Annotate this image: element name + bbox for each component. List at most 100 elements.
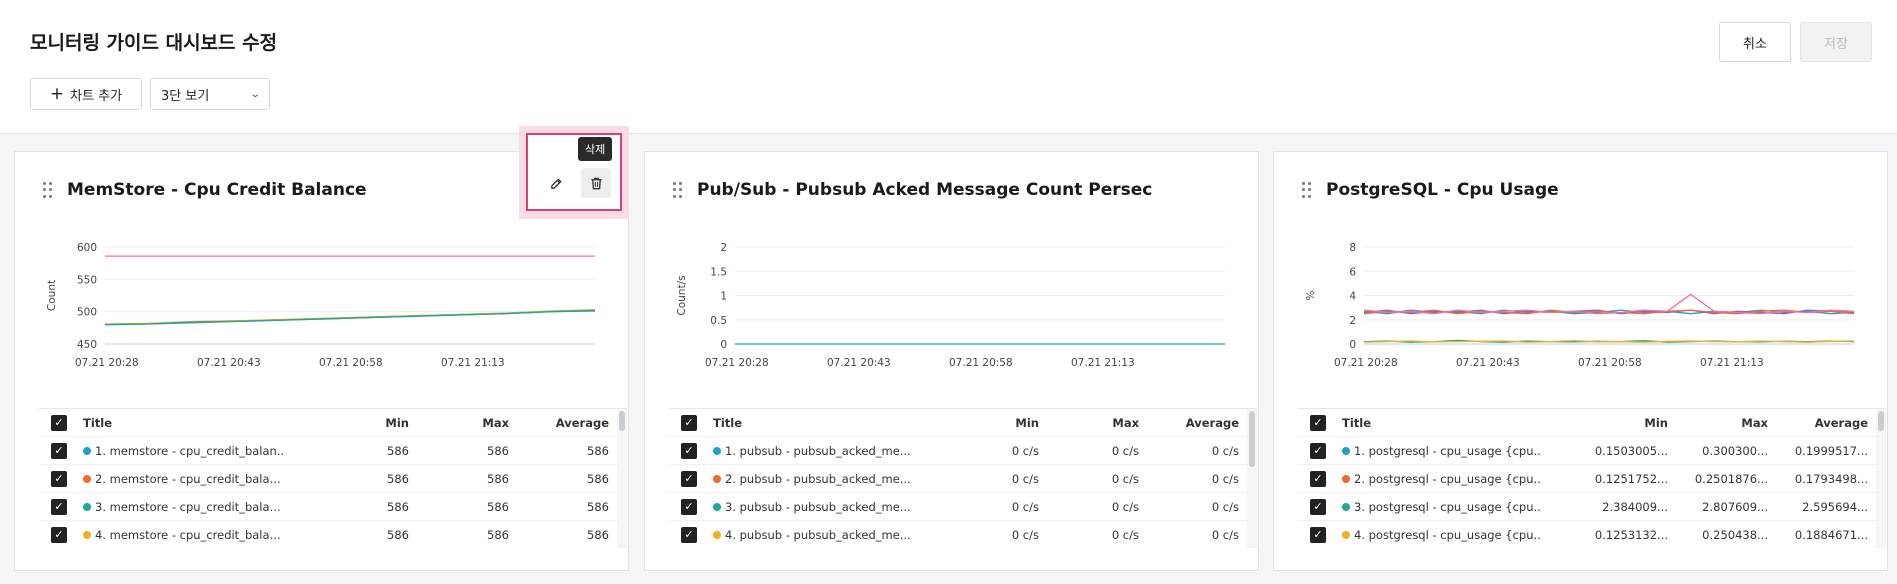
col-min: Min bbox=[385, 416, 409, 430]
series-color-dot bbox=[83, 475, 91, 483]
legend-header-row: ✓ Title Min Max Average bbox=[669, 409, 1257, 437]
legend-row[interactable]: ✓ 4. postgresql - cpu_usage {cpu... 0.1253… bbox=[1298, 521, 1886, 548]
series-average: 586 bbox=[587, 528, 609, 542]
series-average: 0 c/s bbox=[1211, 500, 1239, 514]
y-axis-label: % bbox=[1305, 290, 1317, 300]
legend-row[interactable]: ✓ 2. pubsub - pubsub_acked_me... 0 c/s 0 c/… bbox=[669, 465, 1257, 493]
series-label: 4. memstore - cpu_credit_bala... bbox=[95, 528, 281, 542]
series-checkbox[interactable]: ✓ bbox=[681, 499, 697, 515]
series-checkbox[interactable]: ✓ bbox=[51, 443, 67, 459]
trash-icon bbox=[590, 177, 602, 189]
series-color-dot bbox=[1342, 447, 1350, 455]
edit-button[interactable] bbox=[541, 168, 571, 198]
drag-handle-icon[interactable] bbox=[43, 182, 53, 198]
legend-scrollbar[interactable] bbox=[1876, 409, 1886, 548]
legend-row[interactable]: ✓ 2. postgresql - cpu_usage {cpu... 0.1251… bbox=[1298, 465, 1886, 493]
line-chart: 0 0.5 1 1.5 2 Count/s 07.21 20:28 07.21 20:43 07… bbox=[676, 242, 1225, 369]
scrollbar-thumb[interactable] bbox=[1249, 411, 1255, 467]
select-all-checkbox[interactable]: ✓ bbox=[51, 415, 67, 431]
series-name: 3. postgresql - cpu_usage {cpu... bbox=[1342, 500, 1542, 514]
y-tick-label: 0 bbox=[720, 339, 727, 351]
series-checkbox[interactable]: ✓ bbox=[681, 471, 697, 487]
legend-scrollbar[interactable] bbox=[1247, 409, 1257, 548]
series-min: 0 c/s bbox=[1011, 472, 1039, 486]
series-average: 0.1884671... bbox=[1794, 528, 1868, 542]
series-label: 2. postgresql - cpu_usage {cpu... bbox=[1354, 472, 1542, 486]
series-name: 4. pubsub - pubsub_acked_me... bbox=[713, 528, 913, 542]
x-tick-label: 07.21 20:43 bbox=[197, 357, 261, 369]
series-checkbox[interactable]: ✓ bbox=[1310, 443, 1326, 459]
col-min: Min bbox=[1644, 416, 1668, 430]
y-tick-label: 550 bbox=[77, 274, 97, 286]
series-min: 0.1251752... bbox=[1594, 472, 1668, 486]
legend-row[interactable]: ✓ 1. memstore - cpu_credit_balan... 586 586… bbox=[39, 437, 627, 465]
legend-row[interactable]: ✓ 4. memstore - cpu_credit_bala... 586 586 5… bbox=[39, 521, 627, 548]
series-average: 586 bbox=[587, 500, 609, 514]
drag-handle-icon[interactable] bbox=[673, 182, 683, 198]
line-chart: 0 2 4 6 8% 07.21 20:28 07.21 20:43 07.21 20:58 0… bbox=[1305, 242, 1855, 369]
series-max: 0 c/s bbox=[1111, 528, 1139, 542]
col-max: Max bbox=[482, 416, 509, 430]
series-max: 0 c/s bbox=[1111, 444, 1139, 458]
series-max: 586 bbox=[487, 500, 509, 514]
x-tick-label: 07.21 21:13 bbox=[441, 357, 505, 369]
col-min: Min bbox=[1015, 416, 1039, 430]
series-checkbox[interactable]: ✓ bbox=[51, 527, 67, 543]
series-min: 586 bbox=[387, 500, 409, 514]
series-checkbox[interactable]: ✓ bbox=[51, 471, 67, 487]
series-max: 586 bbox=[487, 528, 509, 542]
x-tick-label: 07.21 20:28 bbox=[1334, 357, 1398, 369]
panel-title: MemStore - Cpu Credit Balance bbox=[67, 180, 367, 200]
legend-row[interactable]: ✓ 1. pubsub - pubsub_acked_me... 0 c/s 0 c/… bbox=[669, 437, 1257, 465]
col-average: Average bbox=[1814, 416, 1868, 430]
legend-row[interactable]: ✓ 3. postgresql - cpu_usage {cpu... 2.3840… bbox=[1298, 493, 1886, 521]
y-tick-label: 2 bbox=[720, 242, 727, 254]
cancel-button[interactable]: 취소 bbox=[1719, 22, 1791, 62]
drag-handle-icon[interactable] bbox=[1302, 182, 1312, 198]
series-checkbox[interactable]: ✓ bbox=[1310, 527, 1326, 543]
x-tick-label: 07.21 20:28 bbox=[705, 357, 769, 369]
legend-row[interactable]: ✓ 3. pubsub - pubsub_acked_me... 0 c/s 0 c/… bbox=[669, 493, 1257, 521]
series-name: 4. memstore - cpu_credit_bala... bbox=[83, 528, 283, 542]
legend-row[interactable]: ✓ 4. pubsub - pubsub_acked_me... 0 c/s 0 c/… bbox=[669, 521, 1257, 548]
series-min: 0.1253132... bbox=[1594, 528, 1668, 542]
legend-header-row: ✓ Title Min Max Average bbox=[39, 409, 627, 437]
add-chart-button[interactable]: + 차트 추가 bbox=[30, 78, 142, 110]
select-all-checkbox[interactable]: ✓ bbox=[1310, 415, 1326, 431]
scrollbar-thumb[interactable] bbox=[1878, 411, 1884, 431]
series-max: 586 bbox=[487, 444, 509, 458]
legend-row[interactable]: ✓ 1. postgresql - cpu_usage {cpu... 0.1503… bbox=[1298, 437, 1886, 465]
series-checkbox[interactable]: ✓ bbox=[1310, 499, 1326, 515]
series-label: 2. pubsub - pubsub_acked_me... bbox=[725, 472, 911, 486]
y-tick-label: 450 bbox=[77, 339, 97, 351]
x-tick-label: 07.21 20:58 bbox=[319, 357, 383, 369]
legend-table: ✓ Title Min Max Average ✓ 1. postgresql - cpu_… bbox=[1298, 408, 1886, 548]
series-min: 0 c/s bbox=[1011, 444, 1039, 458]
series-min: 0 c/s bbox=[1011, 500, 1039, 514]
legend-row[interactable]: ✓ 2. memstore - cpu_credit_bala... 586 586 5… bbox=[39, 465, 627, 493]
delete-tooltip: 삭제 bbox=[578, 137, 613, 161]
view-mode-select[interactable]: 3단 보기 ⌄ bbox=[150, 78, 270, 110]
plus-icon: + bbox=[49, 83, 65, 104]
save-button[interactable]: 저장 bbox=[1800, 22, 1872, 62]
series-average: 586 bbox=[587, 472, 609, 486]
series-checkbox[interactable]: ✓ bbox=[681, 443, 697, 459]
legend-row[interactable]: ✓ 3. memstore - cpu_credit_bala... 586 586 5… bbox=[39, 493, 627, 521]
select-all-checkbox[interactable]: ✓ bbox=[681, 415, 697, 431]
series-color-dot bbox=[1342, 475, 1350, 483]
series-checkbox[interactable]: ✓ bbox=[681, 527, 697, 543]
col-max: Max bbox=[1112, 416, 1139, 430]
series-max: 2.807609... bbox=[1702, 500, 1768, 514]
series-label: 1. pubsub - pubsub_acked_me... bbox=[725, 444, 911, 458]
series-checkbox[interactable]: ✓ bbox=[51, 499, 67, 515]
series-min: 586 bbox=[387, 528, 409, 542]
legend-scrollbar[interactable] bbox=[617, 409, 627, 548]
series-checkbox[interactable]: ✓ bbox=[1310, 471, 1326, 487]
series-label: 3. pubsub - pubsub_acked_me... bbox=[725, 500, 911, 514]
add-chart-label: 차트 추가 bbox=[70, 88, 123, 104]
series-average: 0.1793498... bbox=[1794, 472, 1868, 486]
series-average: 2.595694... bbox=[1802, 500, 1868, 514]
series-average: 0.1999517... bbox=[1794, 444, 1868, 458]
delete-button[interactable] bbox=[581, 168, 611, 198]
scrollbar-thumb[interactable] bbox=[619, 411, 625, 431]
